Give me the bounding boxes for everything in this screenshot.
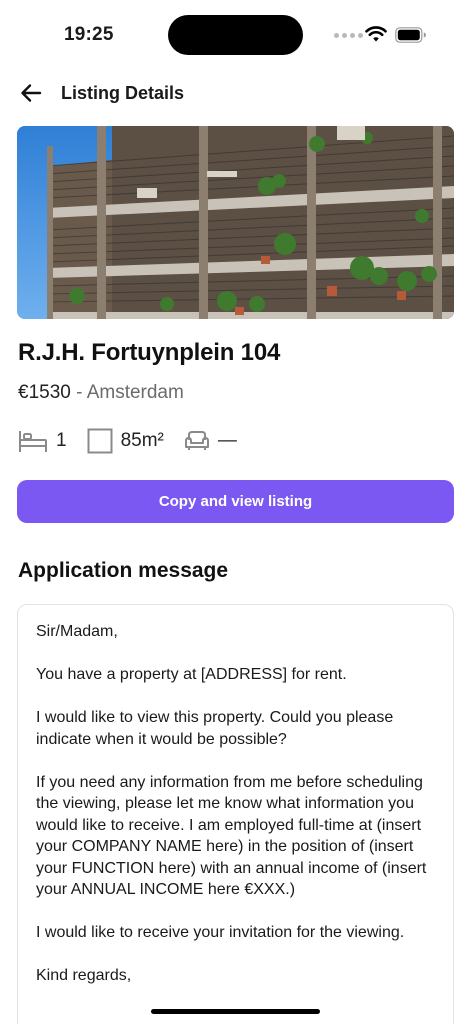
furnished-value: —: [217, 430, 237, 451]
status-time: 19:25: [64, 24, 114, 45]
copy-and-view-listing-button[interactable]: Copy and view listing: [17, 480, 454, 523]
home-indicator[interactable]: [151, 1009, 320, 1014]
status-bar: 19:25: [0, 0, 471, 60]
listing-city: Amsterdam: [86, 382, 184, 403]
application-message-heading: Application message: [18, 559, 229, 582]
message-paragraph: You have a property at [ADDRESS] for ren…: [36, 666, 347, 683]
listing-price: €1530: [18, 382, 71, 403]
area-feature: 85m²: [87, 428, 164, 454]
message-paragraph: I would like to view this property. Coul…: [36, 709, 394, 748]
battery-icon: [395, 27, 426, 43]
wifi-icon: [365, 26, 387, 42]
message-paragraph: I would like to receive your invitation …: [36, 924, 405, 941]
price-location: €1530 - Amsterdam: [18, 382, 184, 404]
features-row: 1 85m² —: [18, 426, 257, 456]
furnished-feature: —: [184, 430, 237, 452]
separator: -: [70, 382, 87, 403]
bedrooms-feature: 1: [18, 428, 67, 454]
arrow-left-icon: [21, 84, 42, 102]
dynamic-island: [168, 15, 303, 55]
sofa-icon: [184, 431, 209, 450]
navigation-bar: Listing Details: [0, 76, 471, 110]
page-title: Listing Details: [61, 83, 185, 103]
message-paragraph: If you need any information from me befo…: [36, 773, 427, 899]
message-paragraph: Kind regards,: [36, 967, 132, 984]
cellular-signal-icon: [334, 33, 363, 38]
application-message-field[interactable]: Sir/Madam, You have a property at [ADDRE…: [17, 604, 454, 1024]
bed-icon: [19, 431, 47, 452]
area-value: 85m²: [120, 430, 164, 451]
building-photo-image: [17, 126, 454, 319]
listing-photo[interactable]: [17, 126, 454, 319]
message-paragraph: Sir/Madam,: [36, 623, 118, 640]
bedrooms-count: 1: [56, 430, 67, 451]
listing-title: R.J.H. Fortuynplein 104: [18, 339, 281, 366]
back-button[interactable]: [18, 80, 44, 106]
area-square-icon: [87, 428, 113, 454]
